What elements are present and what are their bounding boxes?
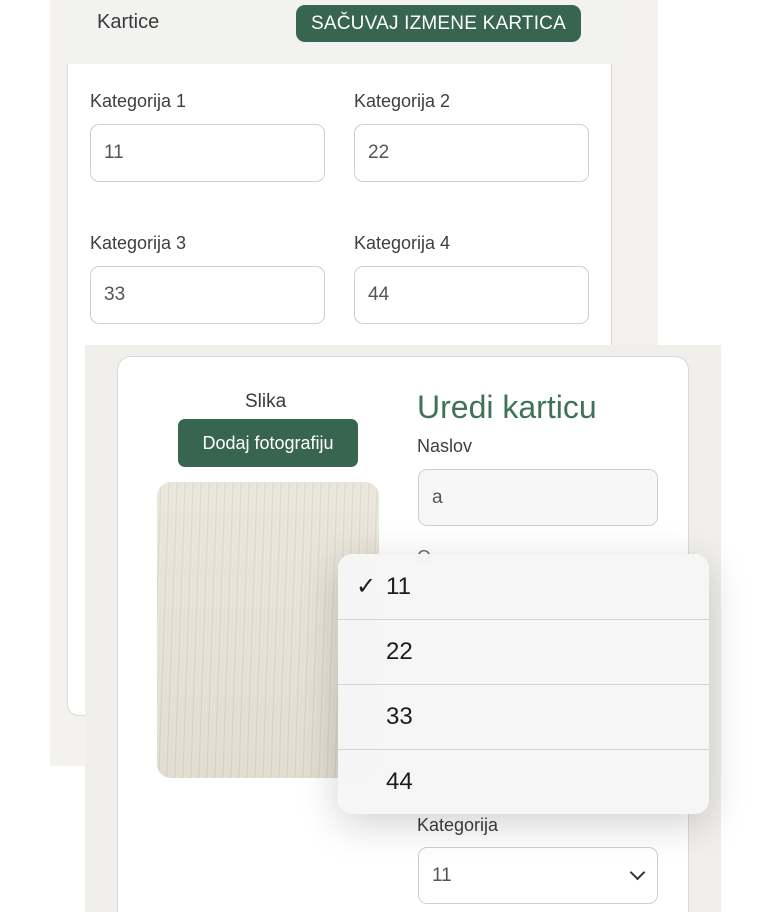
category-2-label: Kategorija 2 [354,91,451,111]
menu-option-label: 33 [386,702,413,730]
naslov-input[interactable]: a [418,469,658,526]
image-label: Slika [245,391,287,412]
category-3-label: Kategorija 3 [90,233,187,253]
menu-option-label: 11 [386,572,411,600]
category-4-label: Kategorija 4 [354,233,451,253]
checkmark-icon: ✓ [356,573,377,600]
menu-option-44[interactable]: 44 [338,749,709,814]
menu-option-33[interactable]: 33 [338,684,709,749]
kategorija-select-value: 11 [432,864,452,886]
menu-option-11[interactable]: ✓ 11 [338,554,709,619]
category-dropdown-menu: ✓ 11 22 33 44 [338,554,709,814]
card-header-title: Kartice [97,11,160,33]
category-1-input[interactable]: 11 [90,124,325,182]
kategorija-label: Kategorija [417,815,499,835]
add-photo-button[interactable]: Dodaj fotografiju [178,419,358,467]
category-2-input[interactable]: 22 [354,124,589,182]
category-1-label: Kategorija 1 [90,91,187,111]
kategorija-select[interactable]: 11 [418,847,658,904]
menu-option-22[interactable]: 22 [338,619,709,684]
save-cards-button[interactable]: SAČUVAJ IZMENE KARTICA [296,5,581,42]
category-4-input[interactable]: 44 [354,266,589,324]
menu-option-label: 22 [386,637,413,665]
chevron-down-icon [629,864,646,881]
edit-card-title: Uredi karticu [417,389,597,425]
category-3-input[interactable]: 33 [90,266,325,324]
menu-option-label: 44 [386,767,413,795]
naslov-label: Naslov [417,436,473,456]
